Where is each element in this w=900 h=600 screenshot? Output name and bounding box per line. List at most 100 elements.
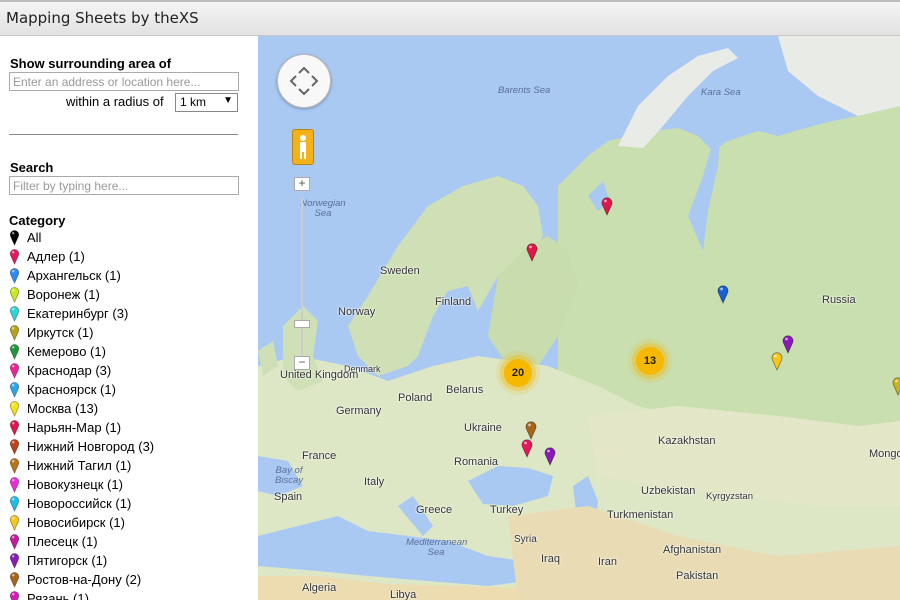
surround-label: Show surrounding area of bbox=[10, 56, 172, 71]
map-marker-pin[interactable] bbox=[521, 438, 533, 458]
category-item[interactable]: Новосибирск (1) bbox=[9, 513, 154, 532]
category-item[interactable]: Нижний Тагил (1) bbox=[9, 456, 154, 475]
category-item-label: Плесецк (1) bbox=[27, 534, 98, 549]
address-input[interactable] bbox=[9, 72, 239, 91]
category-item[interactable]: Архангельск (1) bbox=[9, 266, 154, 285]
category-item[interactable]: Москва (13) bbox=[9, 399, 154, 418]
map-pin-icon bbox=[9, 571, 20, 588]
category-item[interactable]: Воронеж (1) bbox=[9, 285, 154, 304]
map-marker-pin[interactable] bbox=[771, 351, 783, 371]
pan-arrows-icon bbox=[289, 66, 319, 96]
map-country-label: Turkey bbox=[490, 504, 524, 516]
map-country-label: Uzbekistan bbox=[641, 485, 696, 497]
map-country-label: Turkmenistan bbox=[607, 509, 674, 521]
category-item-label: Новокузнецк (1) bbox=[27, 477, 123, 492]
map-country-label: Afghanistan bbox=[663, 544, 722, 556]
map-pin-icon bbox=[9, 533, 20, 550]
map-sea-label: Kara Sea bbox=[701, 87, 741, 98]
map-pin-icon bbox=[9, 419, 20, 436]
category-list: All Адлер (1) Архангельск (1) Воронеж (1) Ек… bbox=[9, 228, 154, 600]
map-country-label: United Kingdom bbox=[280, 369, 359, 381]
map-country-label: Libya bbox=[390, 589, 417, 600]
search-input[interactable] bbox=[9, 176, 239, 195]
category-item[interactable]: Краснодар (3) bbox=[9, 361, 154, 380]
category-item-label: Ростов-на-Дону (2) bbox=[27, 572, 142, 587]
category-item[interactable]: Нижний Новгород (3) bbox=[9, 437, 154, 456]
category-item[interactable]: Ростов-на-Дону (2) bbox=[9, 570, 154, 589]
map-country-label: Russia bbox=[822, 294, 856, 306]
map-pin-icon bbox=[9, 552, 20, 569]
category-item[interactable]: Новокузнецк (1) bbox=[9, 475, 154, 494]
map-pin-icon bbox=[9, 343, 20, 360]
category-item-label: Красноярск (1) bbox=[27, 382, 116, 397]
map-country-label: France bbox=[302, 450, 337, 462]
map-marker-pin[interactable] bbox=[601, 196, 613, 216]
category-item[interactable]: All bbox=[9, 228, 154, 247]
category-item[interactable]: Екатеринбург (3) bbox=[9, 304, 154, 323]
map-country-label: Belarus bbox=[446, 384, 484, 396]
radius-value: 1 km bbox=[180, 95, 207, 109]
map-country-label: Syria bbox=[514, 534, 537, 545]
map-marker-pin[interactable] bbox=[544, 446, 556, 466]
map-marker-pin[interactable] bbox=[526, 242, 538, 262]
map-pin-icon bbox=[9, 590, 20, 600]
map-pin-icon bbox=[9, 495, 20, 512]
zoom-slider-track[interactable] bbox=[301, 198, 303, 363]
map-pin-icon bbox=[9, 267, 20, 284]
map-country-label: Mongo bbox=[869, 448, 900, 460]
divider bbox=[9, 134, 238, 135]
pan-control[interactable] bbox=[277, 54, 331, 108]
zoom-slider-handle[interactable] bbox=[294, 320, 310, 328]
category-item-label: Нарьян-Мар (1) bbox=[27, 420, 122, 435]
map-country-label: Spain bbox=[274, 491, 303, 503]
map-country-label: Iran bbox=[598, 556, 617, 568]
map-country-label: Poland bbox=[398, 392, 433, 404]
map-sea-label: Bay of Biscay bbox=[275, 465, 303, 486]
category-item[interactable]: Плесецк (1) bbox=[9, 532, 154, 551]
pegman-icon[interactable] bbox=[292, 129, 314, 165]
map-pin-icon bbox=[9, 400, 20, 417]
map-pin-icon bbox=[9, 248, 20, 265]
zoom-in-button[interactable]: + bbox=[294, 177, 310, 191]
sidebar: Show surrounding area of within a radius… bbox=[0, 36, 258, 600]
map-country-label: Kazakhstan bbox=[658, 435, 716, 447]
map-basemap bbox=[258, 36, 900, 600]
map-pin-icon bbox=[9, 438, 20, 455]
map-pin-icon bbox=[9, 324, 20, 341]
category-item-label: Воронеж (1) bbox=[27, 287, 100, 302]
category-item[interactable]: Нарьян-Мар (1) bbox=[9, 418, 154, 437]
title-bar: Mapping Sheets by theXS bbox=[0, 0, 900, 36]
category-item[interactable]: Красноярск (1) bbox=[9, 380, 154, 399]
radius-select[interactable]: 1 km ▼ bbox=[175, 93, 238, 112]
map-marker-pin[interactable] bbox=[525, 420, 537, 440]
category-item-label: Краснодар (3) bbox=[27, 363, 112, 378]
category-item-label: Новосибирск (1) bbox=[27, 515, 125, 530]
map-pin-icon bbox=[9, 514, 20, 531]
map-pin-icon bbox=[9, 286, 20, 303]
map-pin-icon bbox=[9, 362, 20, 379]
map-country-label: Sweden bbox=[380, 265, 420, 277]
category-item-label: All bbox=[27, 230, 42, 245]
marker-cluster[interactable]: 13 bbox=[636, 347, 664, 375]
category-item[interactable]: Пятигорск (1) bbox=[9, 551, 154, 570]
radius-label: within a radius of bbox=[66, 94, 164, 109]
map-area[interactable]: Barents Sea Kara Sea Norwegian Sea Bay o… bbox=[258, 36, 900, 600]
category-item-label: Пятигорск (1) bbox=[27, 553, 108, 568]
marker-cluster[interactable]: 20 bbox=[504, 359, 532, 387]
map-marker-pin[interactable] bbox=[717, 284, 729, 304]
map-sea-label: Mediterranean Sea bbox=[406, 537, 468, 558]
category-item[interactable]: Адлер (1) bbox=[9, 247, 154, 266]
category-item[interactable]: Кемерово (1) bbox=[9, 342, 154, 361]
map-marker-pin[interactable] bbox=[892, 376, 900, 396]
category-label: Category bbox=[9, 213, 66, 228]
map-country-label: Romania bbox=[454, 456, 499, 468]
map-pin-icon bbox=[9, 381, 20, 398]
category-item[interactable]: Новороссийск (1) bbox=[9, 494, 154, 513]
category-item[interactable]: Иркутск (1) bbox=[9, 323, 154, 342]
category-item[interactable]: Рязань (1) bbox=[9, 589, 154, 600]
map-country-label: Iraq bbox=[541, 553, 560, 565]
category-item-label: Новороссийск (1) bbox=[27, 496, 132, 511]
map-marker-pin[interactable] bbox=[782, 334, 794, 354]
zoom-out-button[interactable]: − bbox=[294, 356, 310, 370]
category-item-label: Екатеринбург (3) bbox=[27, 306, 129, 321]
